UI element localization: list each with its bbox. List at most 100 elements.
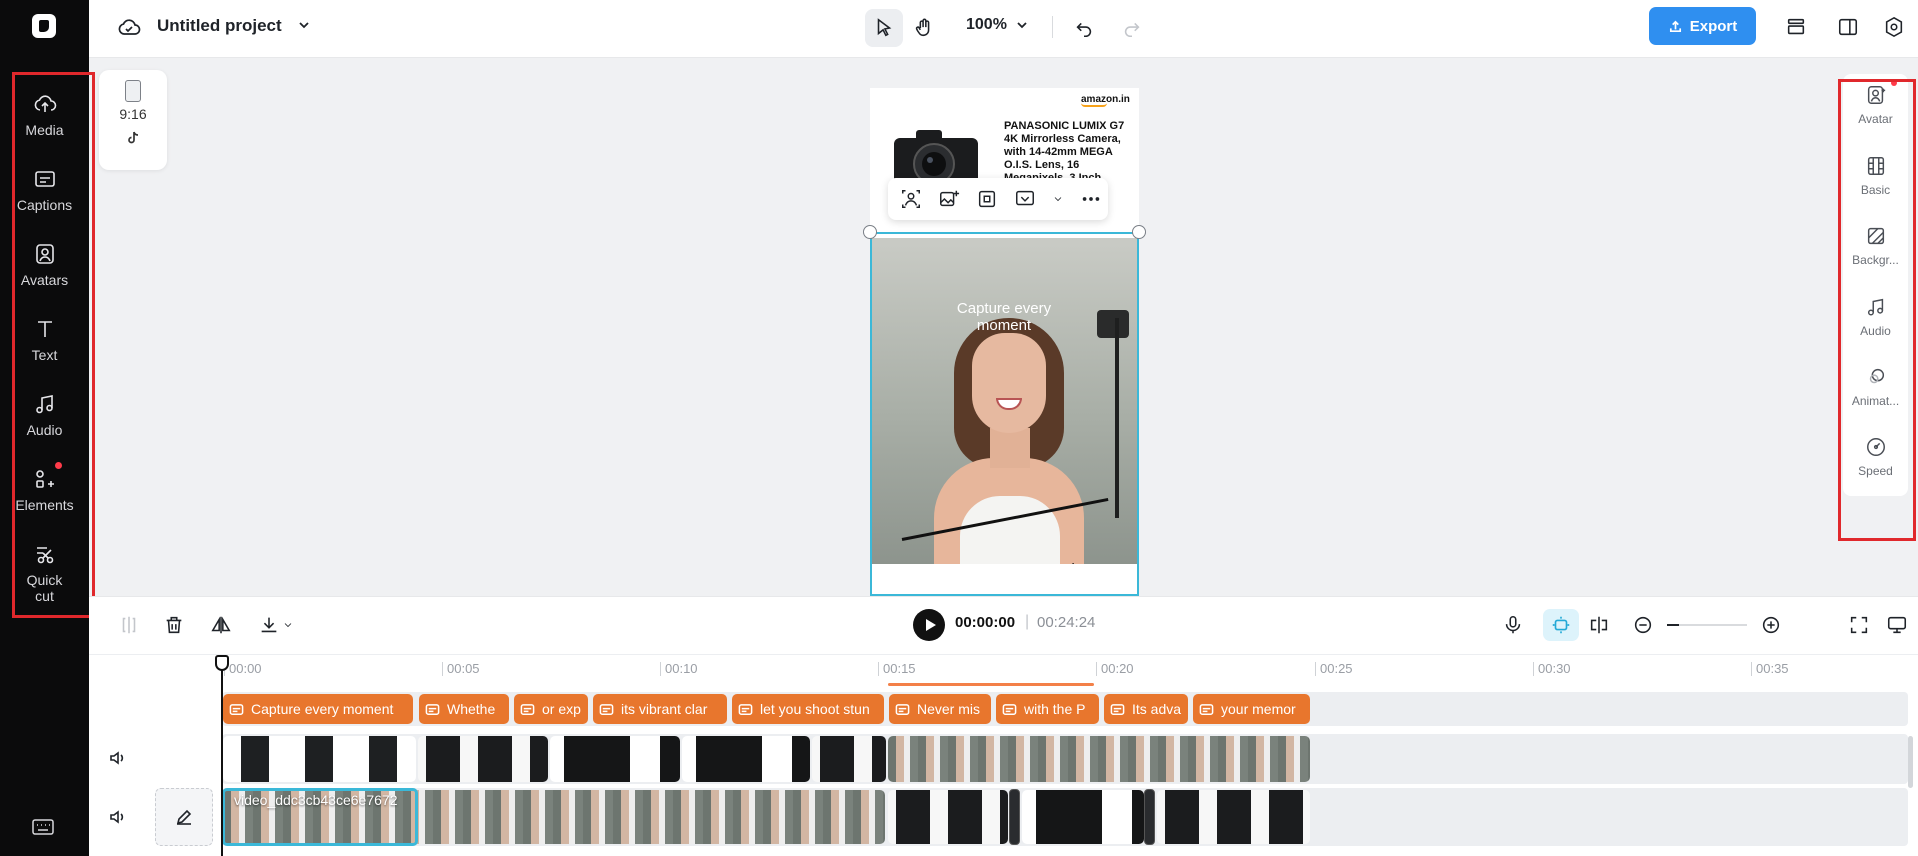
broll-clip[interactable] <box>812 736 886 782</box>
app-logo[interactable] <box>32 14 56 38</box>
sidebar-item-label: Quick cut <box>26 572 63 604</box>
transition-marker[interactable] <box>1009 789 1020 845</box>
more-options-icon[interactable] <box>1080 188 1102 210</box>
caption-chip[interactable]: with the P <box>996 694 1099 724</box>
caption-chip[interactable]: Its adva <box>1104 694 1188 724</box>
auto-snap-button[interactable] <box>1543 609 1579 641</box>
stack-panels-button[interactable] <box>1783 14 1809 40</box>
chevron-down-icon[interactable] <box>1052 188 1064 210</box>
timeline-scrollbar[interactable] <box>1908 736 1913 788</box>
right-tab-audio[interactable]: Audio <box>1843 296 1908 338</box>
undo-icon <box>1076 22 1092 38</box>
split-button[interactable] <box>117 613 141 637</box>
sidebar-item-avatars[interactable]: Avatars <box>0 242 89 288</box>
caption-chip[interactable]: your memor <box>1193 694 1310 724</box>
download-button[interactable] <box>257 613 281 637</box>
text-icon <box>37 321 52 337</box>
transition-marker[interactable] <box>1144 789 1155 845</box>
preview-toggle-button[interactable] <box>1885 613 1909 637</box>
time-ruler[interactable]: 00:00 00:05 00:10 00:15 00:20 00:25 00:3… <box>224 655 1918 685</box>
camera-clip[interactable] <box>1157 790 1310 844</box>
resize-handle[interactable] <box>863 225 877 239</box>
transform-icon[interactable] <box>1014 188 1036 210</box>
ruler-tick: 00:05 <box>442 662 480 676</box>
sidebar-item-quick-cut[interactable]: Quick cut <box>0 542 89 604</box>
sidebar-item-text[interactable]: Text <box>0 317 89 363</box>
caption-chip[interactable]: its vibrant clar <box>593 694 727 724</box>
broll-clip[interactable] <box>418 736 548 782</box>
sidebar-item-label: Media <box>25 122 64 138</box>
record-voice-button[interactable] <box>1501 613 1525 637</box>
resize-handle[interactable] <box>1132 225 1146 239</box>
camera-clip[interactable] <box>1022 790 1144 844</box>
remove-background-icon[interactable] <box>900 188 922 210</box>
timeline-zoom-slider[interactable] <box>1667 624 1747 626</box>
select-tool-button[interactable] <box>865 9 903 47</box>
caption-chip[interactable]: Never mis <box>889 694 991 724</box>
camera-clip[interactable] <box>888 790 1008 844</box>
zoom-level[interactable]: 100% <box>966 16 1007 34</box>
replace-image-icon[interactable] <box>938 188 960 210</box>
caption-icon <box>1110 703 1125 715</box>
project-title[interactable]: Untitled project <box>157 16 282 36</box>
track-volume-button[interactable] <box>108 807 128 827</box>
track-volume-button[interactable] <box>108 748 128 768</box>
timeline-toolbar: 00:00:00 | 00:24:24 <box>89 597 1918 655</box>
caption-icon <box>599 703 614 715</box>
split-clip-button[interactable] <box>1587 613 1611 637</box>
zoom-in-button[interactable] <box>1759 613 1783 637</box>
chevron-down-icon[interactable] <box>297 18 311 37</box>
caption-chip[interactable]: Capture every moment <box>223 694 413 724</box>
hand-tool-button[interactable] <box>905 9 943 47</box>
current-time: 00:00:00 <box>955 614 1016 631</box>
sidebar-item-media[interactable]: Media <box>0 92 89 138</box>
sidebar-item-audio[interactable]: Audio <box>0 392 89 438</box>
broll-clip[interactable] <box>223 736 416 782</box>
caption-icon <box>1002 703 1017 715</box>
preview-canvas[interactable]: amazon.in PANASONIC LUMIX G7 4K Mirrorle… <box>870 88 1139 596</box>
right-tab-basic[interactable]: Basic <box>1843 155 1908 197</box>
chevron-down-icon[interactable] <box>281 613 295 637</box>
sidebar-item-elements[interactable]: Elements <box>0 467 89 513</box>
avatar-icon <box>35 244 54 264</box>
play-button[interactable] <box>913 609 945 641</box>
right-properties-panel <box>1843 74 1908 496</box>
right-tab-background[interactable]: Backgr... <box>1843 225 1908 267</box>
edit-cover-button[interactable] <box>155 788 213 846</box>
caption-overlay[interactable]: Capture every moment <box>954 300 1054 334</box>
broll-clip[interactable] <box>550 736 680 782</box>
flip-button[interactable] <box>209 613 233 637</box>
sidebar-item-label: Text <box>31 347 58 363</box>
scissors-icon <box>36 547 53 564</box>
layout-toggle-button[interactable] <box>1835 14 1861 40</box>
right-tab-avatar[interactable]: Avatar <box>1843 84 1908 126</box>
export-button[interactable]: Export <box>1649 7 1756 45</box>
sidebar-item-captions[interactable]: Captions <box>0 167 89 213</box>
chevron-down-icon[interactable] <box>1015 18 1029 37</box>
playhead[interactable] <box>221 655 223 856</box>
broll-clip[interactable] <box>682 736 810 782</box>
sidebar-item-label: Avatars <box>20 272 69 288</box>
right-tab-speed[interactable]: Speed <box>1843 436 1908 478</box>
caption-chip[interactable]: Whethe <box>419 694 509 724</box>
caption-icon <box>1199 703 1214 715</box>
flip-icon <box>211 616 231 634</box>
undo-button[interactable] <box>1065 9 1103 47</box>
fit-timeline-button[interactable] <box>1847 613 1871 637</box>
redo-button[interactable] <box>1113 9 1151 47</box>
cloud-sync-icon[interactable] <box>117 16 141 45</box>
right-tab-animation[interactable]: Animat... <box>1843 366 1908 408</box>
ruler-tick: 00:35 <box>1751 662 1789 676</box>
avatar-broll-clip[interactable] <box>888 736 1310 782</box>
caption-chip[interactable]: or exp <box>514 694 588 724</box>
timeline-zoom-knob[interactable] <box>1667 624 1679 626</box>
crop-icon[interactable] <box>976 188 998 210</box>
keyboard-shortcuts-button[interactable] <box>32 818 54 841</box>
settings-button[interactable] <box>1881 14 1907 40</box>
caption-chip[interactable]: let you shoot stun <box>732 694 884 724</box>
playhead-handle[interactable] <box>215 655 229 671</box>
delete-button[interactable] <box>162 613 186 637</box>
elements-icon <box>35 470 54 488</box>
zoom-out-button[interactable] <box>1631 613 1655 637</box>
aspect-ratio-card[interactable]: 9:16 <box>99 70 167 170</box>
